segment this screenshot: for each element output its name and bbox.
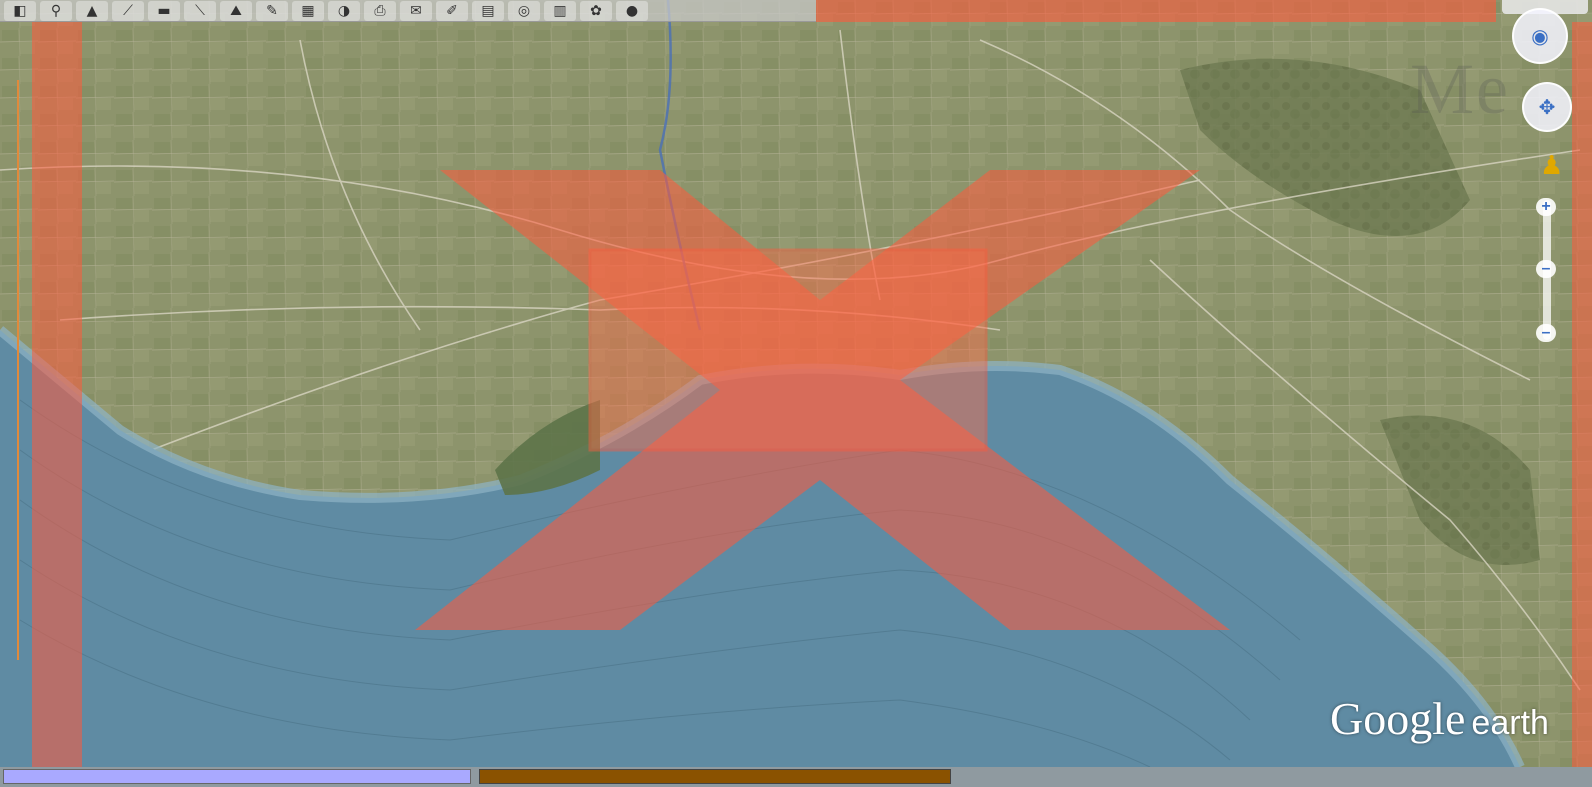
save-image-icon[interactable]: ✐ — [436, 0, 468, 21]
planet-icon[interactable]: ▥ — [544, 0, 576, 21]
overlay-icon[interactable]: ▬ — [148, 0, 180, 21]
placemark-icon[interactable]: ⚲ — [40, 0, 72, 21]
top-strip-overlay — [816, 0, 1496, 22]
hand-icon: ✥ — [1538, 95, 1556, 119]
look-control[interactable]: ◉ — [1512, 8, 1568, 64]
status-bar — [0, 767, 1592, 787]
status-segment-2 — [479, 769, 951, 784]
toolbar: ◧ ⚲ ▲ ⟋ ▬ ⟍ ⛰ ✎ ▦ ◑ ⎙ ✉ ✐ ▤ ◎ ▥ ✿ ● — [0, 0, 816, 22]
center-box-overlay — [588, 248, 988, 452]
eye-icon: ◉ — [1531, 24, 1549, 48]
sun-icon[interactable]: ▦ — [292, 0, 324, 21]
right-strip-overlay — [1572, 22, 1592, 767]
map-view[interactable] — [0, 0, 1592, 787]
street-view-pegman-icon[interactable]: ♟ — [1540, 148, 1563, 184]
print-icon[interactable]: ⎙ — [364, 0, 396, 21]
zoom-in-button[interactable]: + — [1536, 198, 1556, 216]
zoom-out-button[interactable]: – — [1536, 324, 1556, 342]
logo-earth: earth — [1471, 704, 1549, 742]
mars-icon[interactable]: ✿ — [580, 0, 612, 21]
polygon-icon[interactable]: ▲ — [76, 0, 108, 21]
watermark-text: Me — [1410, 49, 1510, 129]
move-control[interactable]: ✥ — [1522, 82, 1572, 132]
google-earth-logo: Google earth — [1330, 692, 1549, 745]
status-segment-1 — [3, 769, 471, 784]
record-tour-icon[interactable]: ✎ — [256, 0, 288, 21]
historical-imagery-icon[interactable]: ◑ — [328, 0, 360, 21]
logo-google: Google — [1330, 693, 1466, 744]
sky-icon[interactable]: ◎ — [508, 0, 540, 21]
map-icon[interactable]: ▤ — [472, 0, 504, 21]
moon-icon[interactable]: ● — [616, 0, 648, 21]
left-strip-overlay — [32, 22, 82, 767]
zoom-slider-handle[interactable]: – — [1536, 260, 1556, 278]
path-icon[interactable]: ⟋ — [112, 0, 144, 21]
ruler-icon[interactable]: ⟍ — [184, 0, 216, 21]
email-icon[interactable]: ✉ — [400, 0, 432, 21]
sidebar-toggle-icon[interactable]: ◧ — [4, 0, 36, 21]
tour-icon[interactable]: ⛰ — [220, 0, 252, 21]
